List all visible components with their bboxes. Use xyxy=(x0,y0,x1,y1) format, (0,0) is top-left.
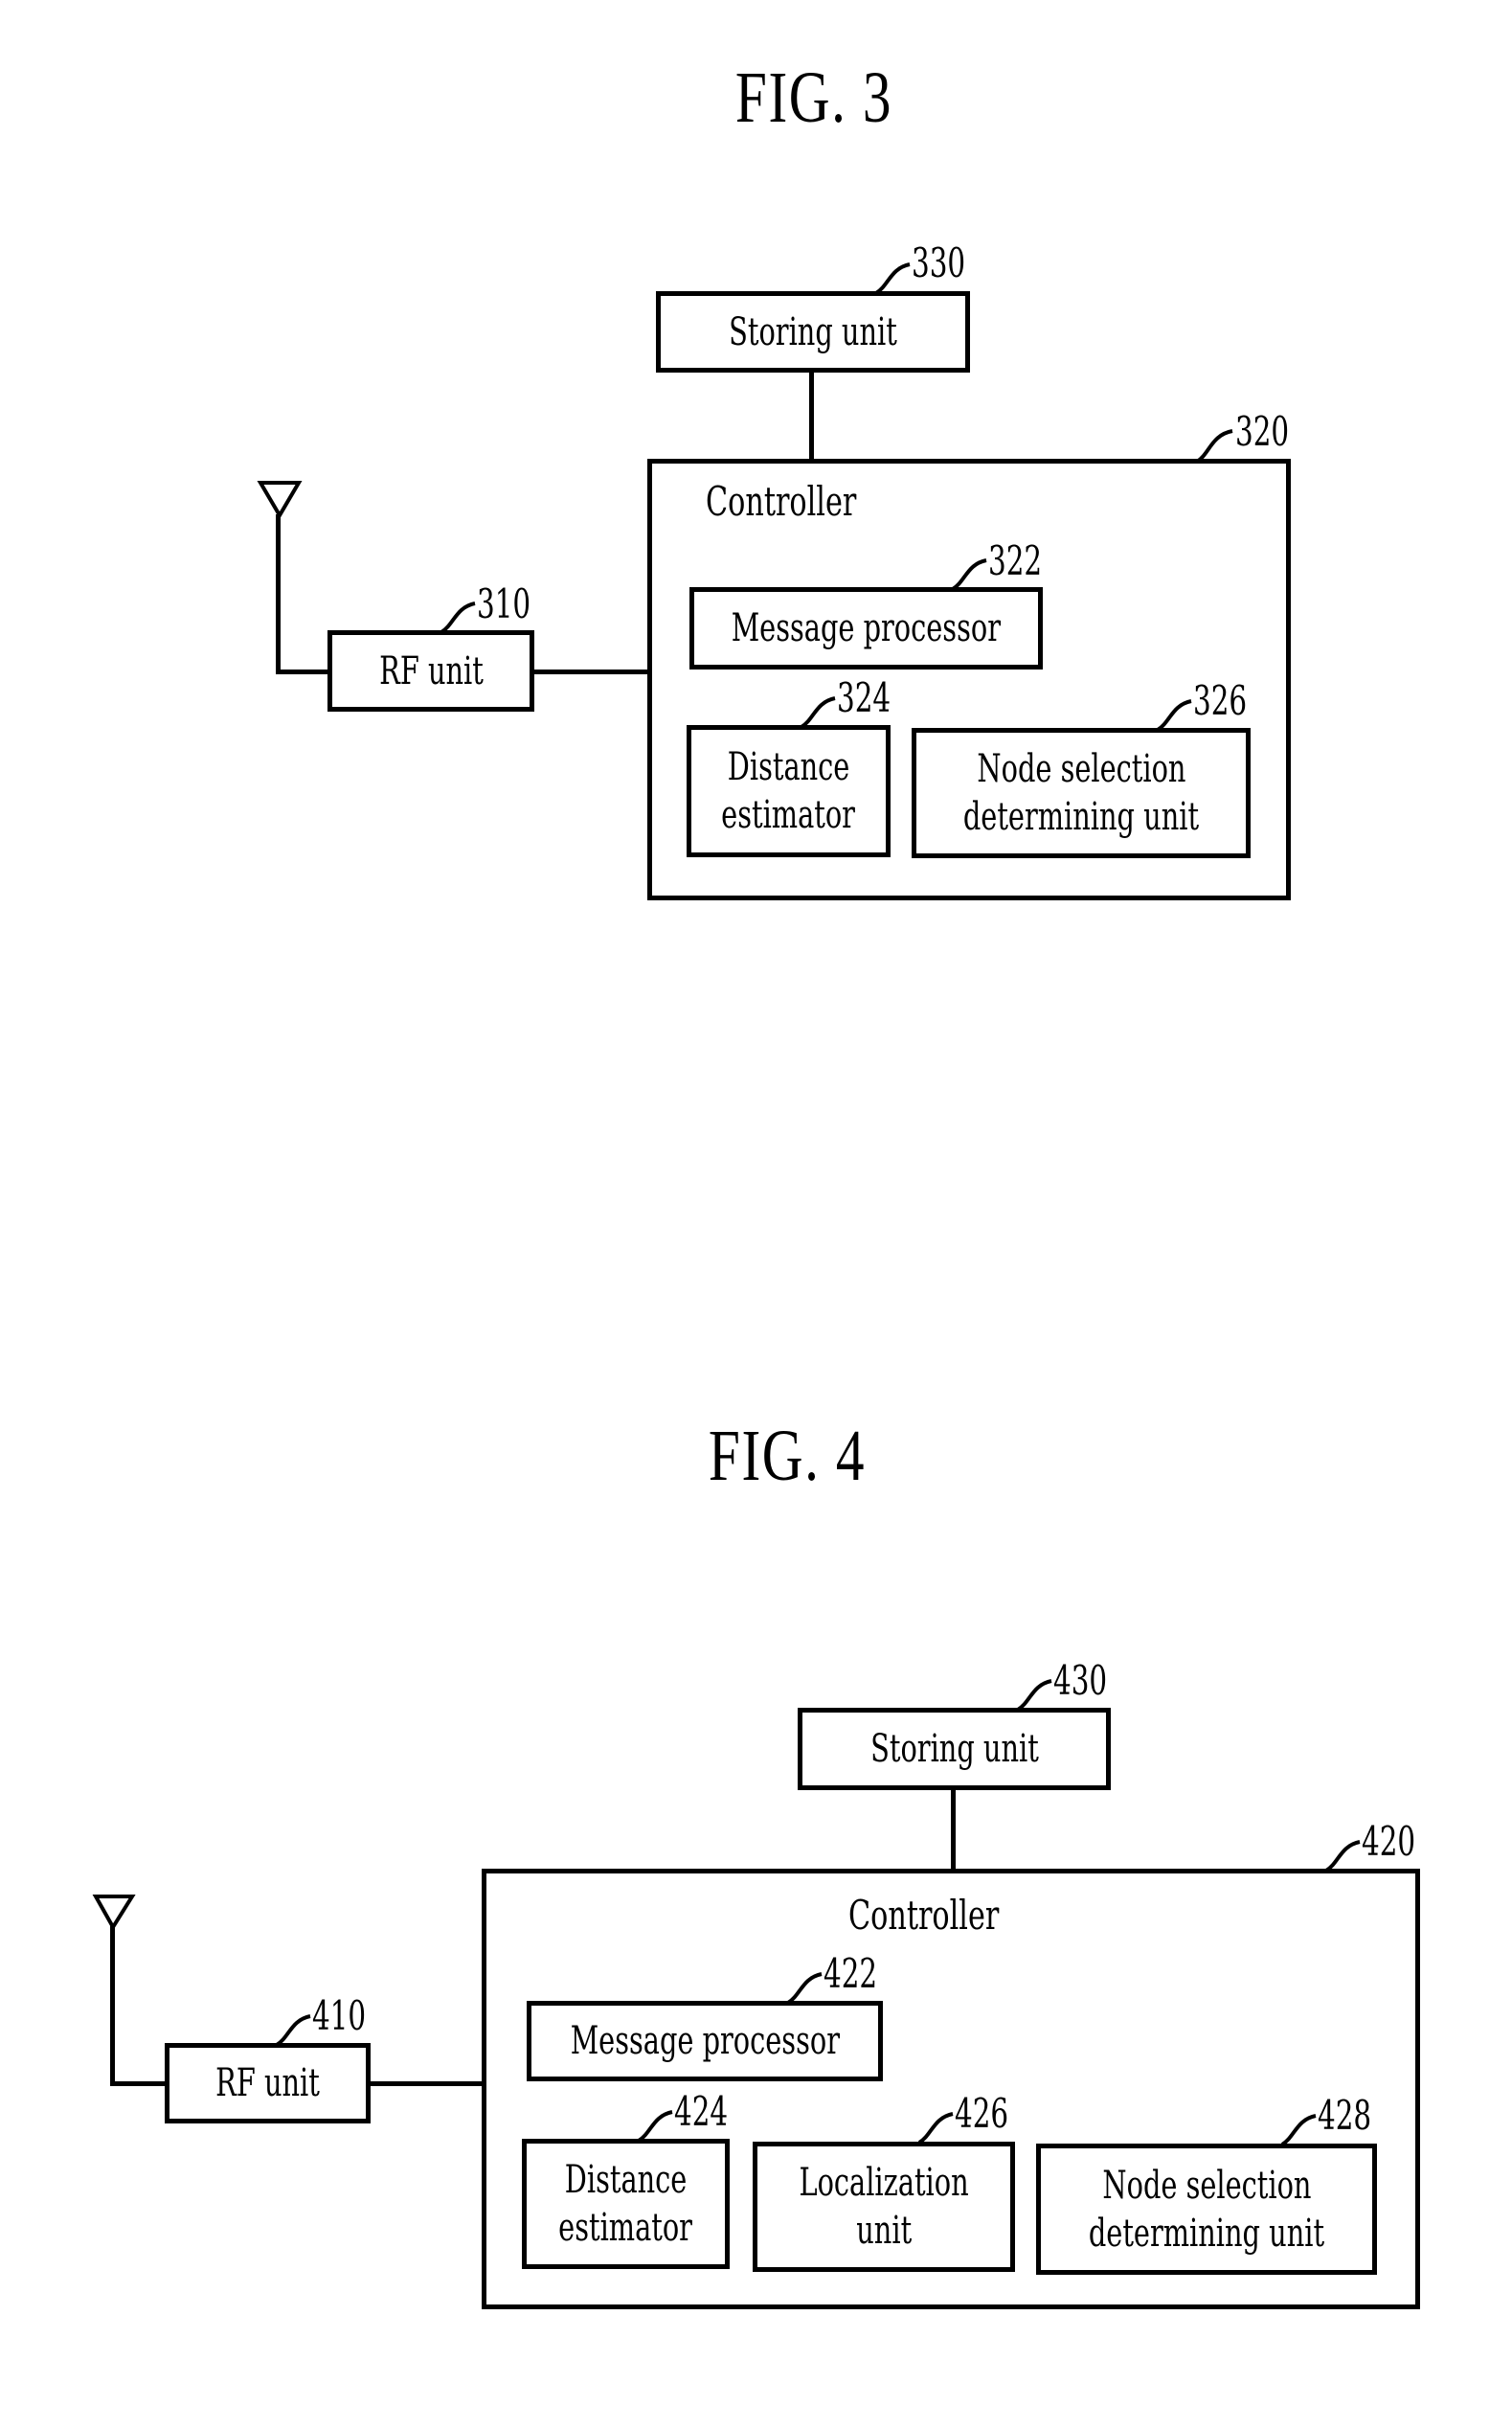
fig3-rf-unit-ref: 310 xyxy=(477,580,531,627)
fig4-antenna-mast xyxy=(110,1926,115,2086)
fig3-message-processor: Message processor xyxy=(689,587,1043,670)
fig4-distance-estimator-ref: 424 xyxy=(674,2088,729,2135)
fig4-distance-estimator: Distance estimator xyxy=(522,2139,730,2269)
fig3-node-selection-unit: Node selection determining unit xyxy=(912,728,1251,858)
fig3-antenna-mast xyxy=(276,514,281,674)
fig4-message-processor-ref: 422 xyxy=(824,1950,878,1997)
fig4-localization-unit-line2: unit xyxy=(856,2209,912,2253)
fig4-controller-ref: 420 xyxy=(1362,1818,1416,1865)
fig4-node-selection-unit: Node selection determining unit xyxy=(1036,2144,1377,2275)
fig4-rf-unit-label: RF unit xyxy=(215,2061,320,2105)
fig4-title: FIG. 4 xyxy=(708,1416,867,1496)
fig3-rf-controller-connector xyxy=(534,670,649,674)
fig3-distance-estimator: Distance estimator xyxy=(687,725,891,857)
fig4-distance-estimator-line1: Distance xyxy=(564,2158,688,2202)
fig3-message-processor-label: Message processor xyxy=(731,606,1002,650)
fig4-node-selection-line2: determining unit xyxy=(1088,2211,1325,2256)
fig4-node-selection-line1: Node selection xyxy=(1101,2163,1312,2208)
fig3-node-selection-line1: Node selection xyxy=(976,747,1186,791)
fig4-localization-unit: Localization unit xyxy=(753,2142,1015,2272)
antenna-icon xyxy=(92,1895,136,1931)
fig3-rf-unit: RF unit xyxy=(327,630,534,712)
fig4-storing-unit: Storing unit xyxy=(798,1708,1111,1790)
fig4-message-processor-label: Message processor xyxy=(570,2019,840,2063)
fig3-controller-ref: 320 xyxy=(1235,408,1290,455)
antenna-icon xyxy=(257,481,303,519)
fig3-distance-estimator-line2: estimator xyxy=(721,793,856,837)
fig3-title: FIG. 3 xyxy=(734,57,893,138)
fig3-storing-unit-label: Storing unit xyxy=(729,309,897,354)
fig4-controller-label: Controller xyxy=(848,1892,1000,1939)
fig3-distance-estimator-line1: Distance xyxy=(727,745,850,789)
fig3-node-selection-ref: 326 xyxy=(1193,677,1248,724)
fig3-storing-unit-ref: 330 xyxy=(912,239,966,286)
fig4-message-processor: Message processor xyxy=(527,2001,883,2081)
fig3-message-processor-ref: 322 xyxy=(988,537,1043,584)
fig4-node-selection-ref: 428 xyxy=(1318,2092,1372,2139)
fig3-rf-unit-label: RF unit xyxy=(378,648,484,693)
fig4-storing-unit-label: Storing unit xyxy=(869,1727,1039,1771)
fig4-rf-unit-ref: 410 xyxy=(312,1992,367,2039)
fig4-storing-unit-ref: 430 xyxy=(1053,1657,1108,1704)
fig4-rf-unit: RF unit xyxy=(165,2043,371,2123)
fig3-controller-leader xyxy=(1195,429,1233,464)
fig4-localization-unit-line1: Localization xyxy=(799,2161,969,2205)
fig4-rf-controller-connector xyxy=(371,2081,484,2086)
fig3-storing-controller-connector xyxy=(809,372,814,460)
fig3-node-selection-line2: determining unit xyxy=(962,795,1200,839)
fig3-distance-estimator-ref: 324 xyxy=(837,674,891,721)
fig3-antenna-rf-connector xyxy=(276,670,329,674)
fig3-storing-unit: Storing unit xyxy=(656,291,970,373)
fig4-antenna-rf-connector xyxy=(110,2081,166,2086)
fig3-controller-label: Controller xyxy=(706,478,857,525)
fig4-storing-controller-connector xyxy=(951,1789,956,1871)
fig4-distance-estimator-line2: estimator xyxy=(558,2206,693,2250)
fig4-localization-unit-ref: 426 xyxy=(955,2090,1009,2137)
